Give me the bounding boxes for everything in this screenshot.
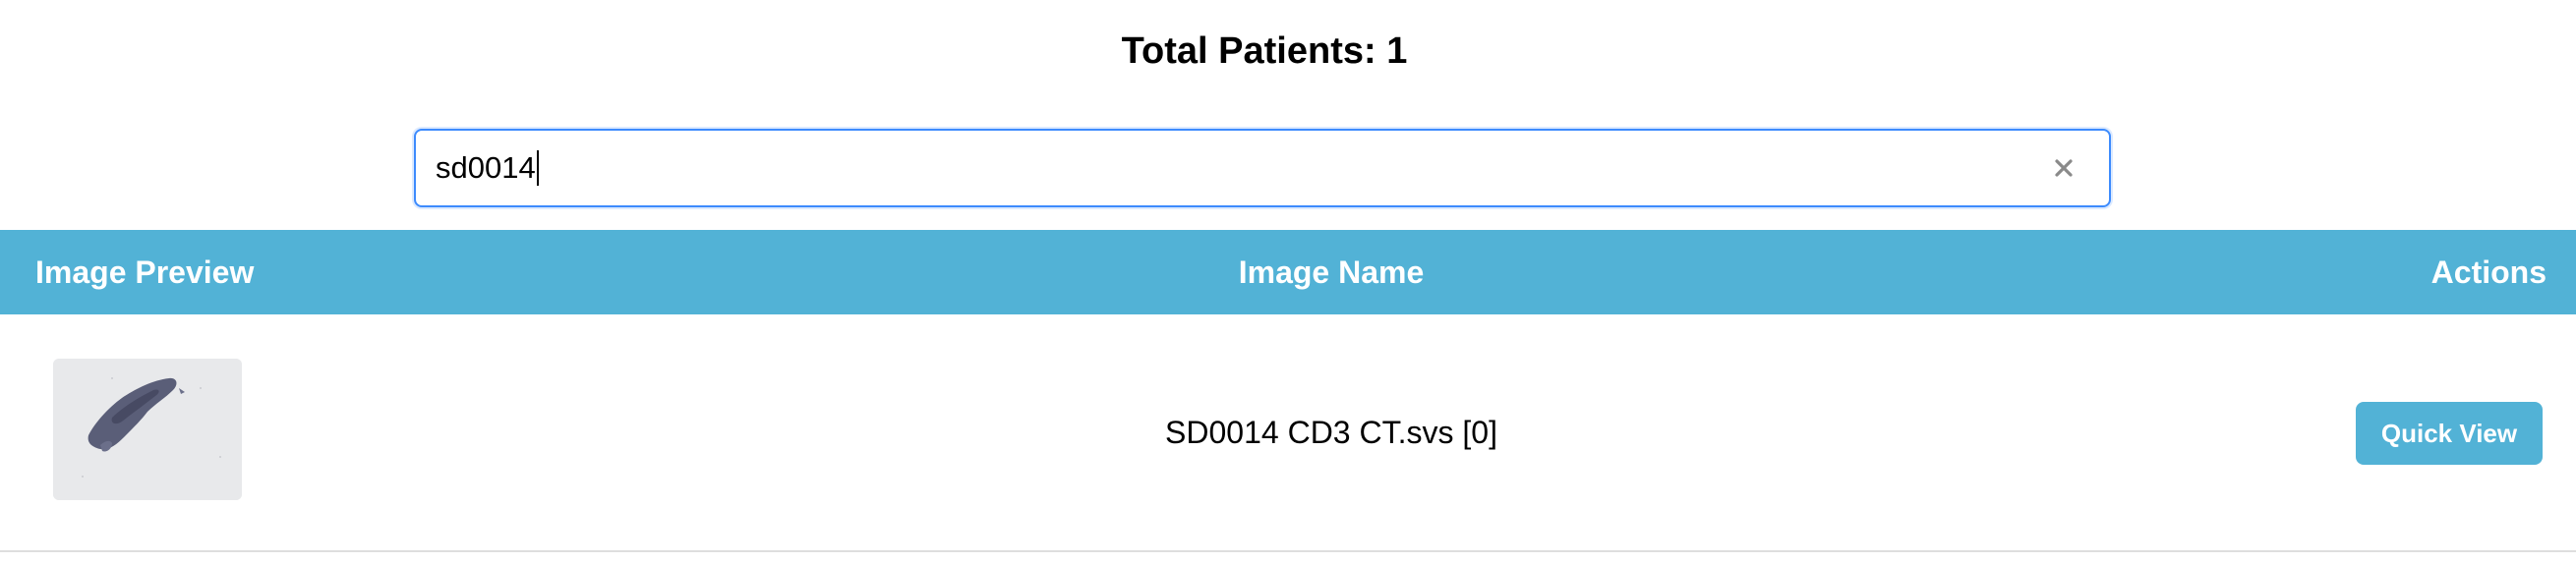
quick-view-button[interactable]: Quick View bbox=[2356, 402, 2543, 465]
search-input[interactable] bbox=[434, 131, 2007, 205]
column-header-actions: Actions bbox=[2430, 254, 2547, 290]
total-patients-title: Total Patients: 1 bbox=[1121, 30, 1408, 72]
clear-search-button[interactable] bbox=[2042, 146, 2085, 190]
close-icon bbox=[2055, 159, 2073, 177]
table-header: Image Preview Image Name Actions bbox=[0, 230, 2576, 314]
table-row: SD0014 CD3 CT.svs [0] Quick View bbox=[0, 314, 2576, 552]
search-box[interactable]: sd0014 bbox=[414, 129, 2111, 207]
image-name-cell: SD0014 CD3 CT.svs [0] bbox=[1165, 415, 1497, 450]
column-header-image-name: Image Name bbox=[1238, 254, 1425, 290]
